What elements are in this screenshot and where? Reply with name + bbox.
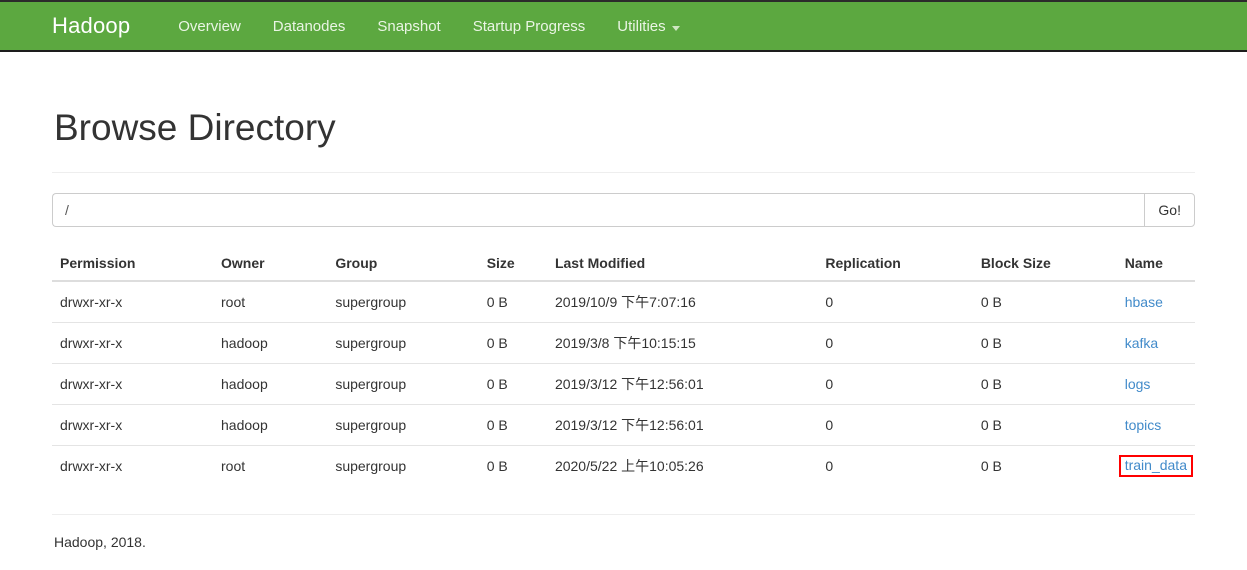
header-name[interactable]: Name: [1116, 246, 1195, 282]
cell-name: hbase: [1117, 281, 1195, 323]
cell-replication: 0: [817, 362, 973, 405]
cell-last-modified: 2020/5/22 上午10:05:26: [546, 444, 818, 486]
file-link-train-data[interactable]: train_data: [1125, 457, 1187, 473]
page-title: Browse Directory: [54, 107, 336, 148]
cell-permission: drwxr-xr-x: [52, 362, 214, 405]
cell-owner: root: [221, 293, 246, 310]
header-owner[interactable]: Owner: [213, 246, 328, 282]
footer-divider: [52, 513, 1195, 515]
cell-owner: hadoop: [213, 362, 328, 405]
nav-item-snapshot[interactable]: Snapshot: [361, 18, 456, 35]
nav-item-label: Datanodes: [272, 17, 346, 35]
cell-block-size: 0 B: [972, 321, 1117, 364]
table-head: Permission Owner Group Size Last Modifie…: [52, 246, 1195, 282]
cell-group: supergroup: [327, 444, 479, 486]
title-divider: [52, 171, 1195, 173]
cell-size: 0 B: [478, 321, 547, 364]
cell-group: supergroup: [327, 362, 479, 405]
nav-item-label: Overview: [178, 17, 241, 35]
header-group[interactable]: Group: [327, 246, 479, 282]
cell-group: supergroup: [327, 403, 479, 446]
table-header-row: Permission Owner Group Size Last Modifie…: [52, 246, 1195, 282]
file-link-kafka[interactable]: kafka: [1125, 335, 1158, 351]
cell-permission: drwxr-xr-x: [60, 293, 123, 310]
cell-group: supergroup: [335, 293, 407, 310]
cell-size: 0 B: [486, 293, 508, 310]
cell-name: train_data: [1116, 444, 1195, 486]
cell-block-size: 0 B: [972, 444, 1117, 486]
header-block-size[interactable]: Block Size: [972, 246, 1117, 282]
path-search-group: Go!: [52, 192, 1195, 227]
nav-item-label: Snapshot: [377, 17, 441, 35]
header-size[interactable]: Size: [478, 246, 547, 282]
path-input[interactable]: [52, 192, 1145, 227]
cell-block-size: 0 B: [972, 362, 1117, 405]
cell-last-modified: 2019/3/8 下午10:15:15: [546, 321, 818, 364]
file-link-hbase[interactable]: hbase: [1125, 294, 1163, 310]
header-permission[interactable]: Permission: [52, 246, 214, 282]
cell-owner: hadoop: [213, 403, 328, 446]
cell-name: kafka: [1116, 321, 1195, 364]
table-row: drwxr-xr-x hadoop supergroup 0 B 2019/3/…: [52, 403, 1195, 446]
table-row: drwxr-xr-x root supergroup 0 B 2019/10/9…: [52, 281, 1195, 323]
cell-last-modified: 2019/10/9 下午7:07:16: [554, 293, 696, 310]
cell-size: 0 B: [478, 362, 547, 405]
cell-permission: drwxr-xr-x: [52, 321, 214, 364]
cell-permission: drwxr-xr-x: [52, 444, 214, 486]
cell-size: 0 B: [478, 403, 547, 446]
header-replication[interactable]: Replication: [817, 246, 973, 282]
cell-owner: hadoop: [213, 321, 328, 364]
directory-table: Permission Owner Group Size Last Modifie…: [52, 246, 1195, 486]
footer-text: Hadoop, 2018.: [54, 533, 146, 550]
table-row: drwxr-xr-x root supergroup 0 B 2020/5/22…: [52, 444, 1195, 486]
nav-item-label: Startup Progress: [472, 17, 586, 35]
cell-permission: drwxr-xr-x: [52, 403, 214, 446]
nav-items-list: Overview Datanodes Snapshot Startup Prog…: [162, 18, 695, 35]
file-link-topics[interactable]: topics: [1125, 417, 1162, 433]
nav-item-label: Utilities: [617, 17, 666, 35]
cell-last-modified: 2019/3/12 下午12:56:01: [546, 362, 818, 405]
cell-owner: root: [213, 444, 328, 486]
nav-item-datanodes[interactable]: Datanodes: [257, 18, 362, 35]
cell-size: 0 B: [478, 444, 547, 486]
cell-group: supergroup: [327, 321, 479, 364]
chevron-down-icon: [671, 25, 680, 31]
cell-block-size: 0 B: [980, 293, 1002, 310]
cell-name: topics: [1116, 403, 1195, 446]
annotation-highlight-box: train_data: [1118, 455, 1193, 477]
cell-name: logs: [1116, 362, 1195, 405]
table-row: drwxr-xr-x hadoop supergroup 0 B 2019/3/…: [52, 362, 1195, 405]
nav-item-startup-progress[interactable]: Startup Progress: [457, 18, 602, 35]
table-body: drwxr-xr-x root supergroup 0 B 2019/10/9…: [52, 281, 1195, 486]
cell-replication: 0: [817, 403, 973, 446]
nav-item-overview[interactable]: Overview: [162, 18, 257, 35]
file-link-logs[interactable]: logs: [1125, 376, 1151, 392]
go-button[interactable]: Go!: [1144, 192, 1195, 227]
cell-replication: 0: [825, 293, 834, 310]
cell-replication: 0: [817, 444, 973, 486]
cell-last-modified: 2019/3/12 下午12:56:01: [546, 403, 818, 446]
top-navbar: Hadoop Overview Datanodes Snapshot Start…: [0, 0, 1247, 52]
header-last-modified[interactable]: Last Modified: [546, 246, 818, 282]
brand-hadoop[interactable]: Hadoop: [52, 13, 130, 39]
nav-item-utilities[interactable]: Utilities: [601, 18, 695, 35]
cell-block-size: 0 B: [972, 403, 1117, 446]
cell-replication: 0: [817, 321, 973, 364]
main-container: Browse Directory Go! Permission Owner Gr…: [42, 107, 1205, 550]
table-row: drwxr-xr-x hadoop supergroup 0 B 2019/3/…: [52, 321, 1195, 364]
